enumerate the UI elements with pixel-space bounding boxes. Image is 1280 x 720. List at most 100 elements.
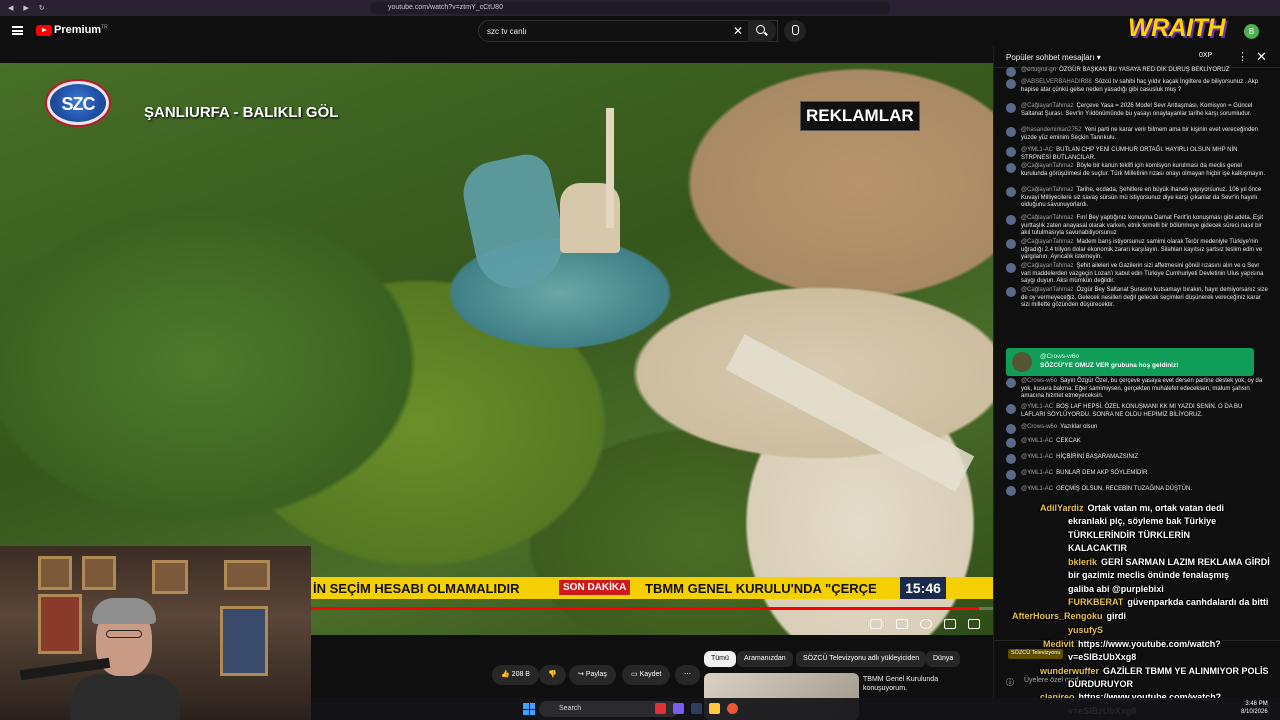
overlay-chat-line: AdilYardiz Ortak vatan mı, ortak vatan de… — [1040, 503, 1224, 513]
overlay-chat-text: https://www.youtube.com/watch? — [1078, 639, 1221, 649]
info-icon[interactable]: ⓘ — [1006, 677, 1014, 688]
chat-author[interactable]: @ertugrul-gn — [1021, 67, 1056, 73]
chat-author[interactable]: @YML1-AC — [1021, 438, 1053, 444]
overlay-chat-line: bir gazimiz meclis önünde fenalaşmış — [1068, 570, 1229, 580]
share-button[interactable]: ↪ Paylaş — [569, 665, 616, 685]
video-progress-bar[interactable] — [311, 607, 993, 610]
recommended-title[interactable]: TBMM Genel Kurulunda konuşuyorum. — [863, 675, 973, 693]
chat-message: @CağlayanTahmaz Özgür Bey Saltanat Şurası… — [1006, 287, 1268, 310]
reload-icon[interactable]: ↻ — [39, 4, 45, 12]
close-chat-icon[interactable]: ✕ — [1256, 49, 1267, 65]
clear-search-icon[interactable]: ✕ — [733, 24, 743, 38]
chat-author[interactable]: @YML1-AC — [1021, 470, 1053, 476]
windows-start-icon[interactable] — [523, 703, 535, 715]
brave-browser-icon[interactable] — [655, 703, 666, 714]
folder-icon[interactable] — [709, 703, 720, 714]
menu-icon[interactable] — [12, 26, 23, 35]
search-input[interactable] — [479, 21, 709, 42]
chat-author[interactable]: @CağlayanTahmaz — [1021, 103, 1073, 109]
autoplay-toggle-icon[interactable] — [870, 619, 882, 629]
xp-badge[interactable]: 0XP — [1199, 52, 1212, 59]
dislike-button[interactable]: 👎 — [539, 665, 566, 685]
overlay-chat-user: yusufyS — [1068, 625, 1104, 635]
address-bar[interactable]: youtube.com/watch?v=ztmY_cCtU80 — [370, 2, 890, 14]
avatar — [1006, 263, 1016, 273]
steam-icon[interactable] — [691, 703, 702, 714]
chat-author[interactable]: @hasandemirkan2752 — [1021, 127, 1081, 133]
chat-author[interactable]: @CağlayanTahmaz — [1021, 239, 1073, 245]
miniplayer-icon[interactable] — [944, 619, 956, 629]
chat-more-icon[interactable]: ⋮ — [1237, 50, 1248, 63]
chat-mode-label: Popüler sohbet mesajları — [1006, 53, 1095, 62]
overlay-chat-line: FURKBERAT güvenparkda canhdalardı da bitt… — [1068, 597, 1268, 607]
taskbar-search-label: Search — [559, 705, 582, 712]
chat-text: HİÇBİRİNİ BAŞARAMAZSINIZ — [1056, 454, 1139, 460]
chat-author[interactable]: @CağlayanTahmaz — [1021, 215, 1073, 221]
chip-from-search[interactable]: Aramanızdan — [737, 651, 793, 667]
chevron-down-icon: ▾ — [1096, 53, 1101, 62]
chat-text: BUTLAN CHP YENİ CUMHUR ORTAĞI. HAYIRLI O… — [1021, 147, 1238, 161]
back-icon[interactable]: ◀ — [8, 4, 13, 12]
chat-message: @YML1-AC CEKCAK — [1006, 438, 1268, 448]
chat-author[interactable]: @Crows-w6o — [1021, 378, 1057, 384]
save-label: Kaydet — [639, 671, 662, 678]
welcome-banner: @Crows-w6o SÖZCÜ'YE OMUZ VER grubuna hoş… — [1006, 348, 1254, 376]
overlay-chat-user: Medivit — [1043, 639, 1075, 649]
chat-author[interactable]: @CağlayanTahmaz — [1021, 287, 1073, 293]
overlay-chat-text: galiba abi @purplebixi — [1068, 584, 1164, 594]
clock-date: 8/10/2026 — [1241, 709, 1268, 715]
chat-text: CEKCAK — [1056, 438, 1081, 444]
chat-message: @CağlayanTahmaz Şehit aileleri ve Gaziler… — [1006, 263, 1268, 286]
minaret — [606, 108, 614, 228]
overlay-chat-text: GAZİLER TBMM YE ALINMIYOR POLİS — [1103, 666, 1269, 676]
avatar — [1006, 486, 1016, 496]
more-actions-button[interactable]: ⋯ — [675, 665, 700, 685]
fullscreen-icon[interactable] — [968, 619, 980, 629]
chat-author[interactable]: @CağlayanTahmaz — [1021, 187, 1073, 193]
chat-message: @CağlayanTahmaz Çerçeve Yasa = 2026 Model… — [1006, 103, 1268, 118]
youtube-brand[interactable]: PremiumTR — [54, 24, 108, 36]
taskbar-clock: 3:46 PM 8/10/2026 — [1241, 700, 1268, 716]
obs-icon[interactable] — [727, 703, 738, 714]
chat-message: @ABSELVERBAHADIR88 Sözcü tv sahibi haç yı… — [1006, 79, 1268, 94]
wall-frame — [224, 560, 270, 590]
chat-author[interactable]: @CağlayanTahmaz — [1021, 163, 1073, 169]
overlay-chat-text: güvenparkda canhdalardı da bitti — [1127, 597, 1269, 607]
balikli-gol-pool — [457, 150, 573, 296]
chip-all[interactable]: Tümü — [704, 651, 736, 667]
avatar — [1006, 163, 1016, 173]
settings-gear-icon[interactable] — [920, 619, 932, 629]
discord-icon[interactable] — [673, 703, 684, 714]
chat-author[interactable]: @Crows-w6o — [1021, 424, 1057, 430]
chat-author[interactable]: @YML1-AC — [1021, 486, 1053, 492]
chat-author[interactable]: @ABSELVERBAHADIR88 — [1021, 79, 1092, 85]
browser-toolbar: ◀ ▶ ↻ youtube.com/watch?v=ztmY_cCtU80 — [0, 0, 1280, 16]
chat-author[interactable]: @YML1-AC — [1021, 454, 1053, 460]
subtitles-icon[interactable] — [896, 619, 908, 629]
chat-message: @Crows-w6o Yazıklar olsun — [1006, 424, 1268, 434]
voice-search-button[interactable] — [784, 20, 806, 42]
news-ticker: İN SEÇİM HESABI OLMAMALIDIR SON DAKİKA T… — [311, 577, 993, 599]
chat-author[interactable]: @YML1-AC — [1021, 147, 1053, 153]
forward-icon[interactable]: ▶ — [23, 4, 28, 12]
chat-message: @CağlayanTahmaz Madem barış istiyorsunuz … — [1006, 239, 1268, 262]
wraith-overlay-logo: WRAITH — [1128, 14, 1225, 42]
chat-author[interactable]: @CağlayanTahmaz — [1021, 263, 1073, 269]
chat-input-field[interactable]: Üyelere özel mod — [1024, 677, 1254, 691]
streamer-cap — [92, 598, 156, 624]
like-button[interactable]: 👍 208 B — [492, 665, 539, 685]
chat-author[interactable]: @YML1-AC — [1021, 404, 1053, 410]
chip-from-uploader[interactable]: SÖZCÜ Televizyonu adlı yükleyiciden — [796, 651, 927, 667]
welcome-user: @Crows-w6o — [1040, 353, 1080, 360]
save-button[interactable]: ▭ Kaydet — [622, 665, 671, 685]
breaking-news-tag: SON DAKİKA — [559, 580, 631, 595]
overlay-chat-line: v=eSIBzUbXxg8 — [1068, 652, 1136, 662]
youtube-logo-icon[interactable] — [36, 25, 52, 36]
avatar — [1006, 438, 1016, 448]
chat-mode-dropdown[interactable]: Popüler sohbet mesajları ▾ — [1006, 53, 1101, 62]
avatar — [1006, 147, 1016, 157]
chip-world[interactable]: Dünya — [926, 651, 961, 667]
wraith-badge: B — [1244, 24, 1259, 39]
avatar — [1006, 404, 1016, 414]
search-button[interactable] — [748, 20, 776, 42]
